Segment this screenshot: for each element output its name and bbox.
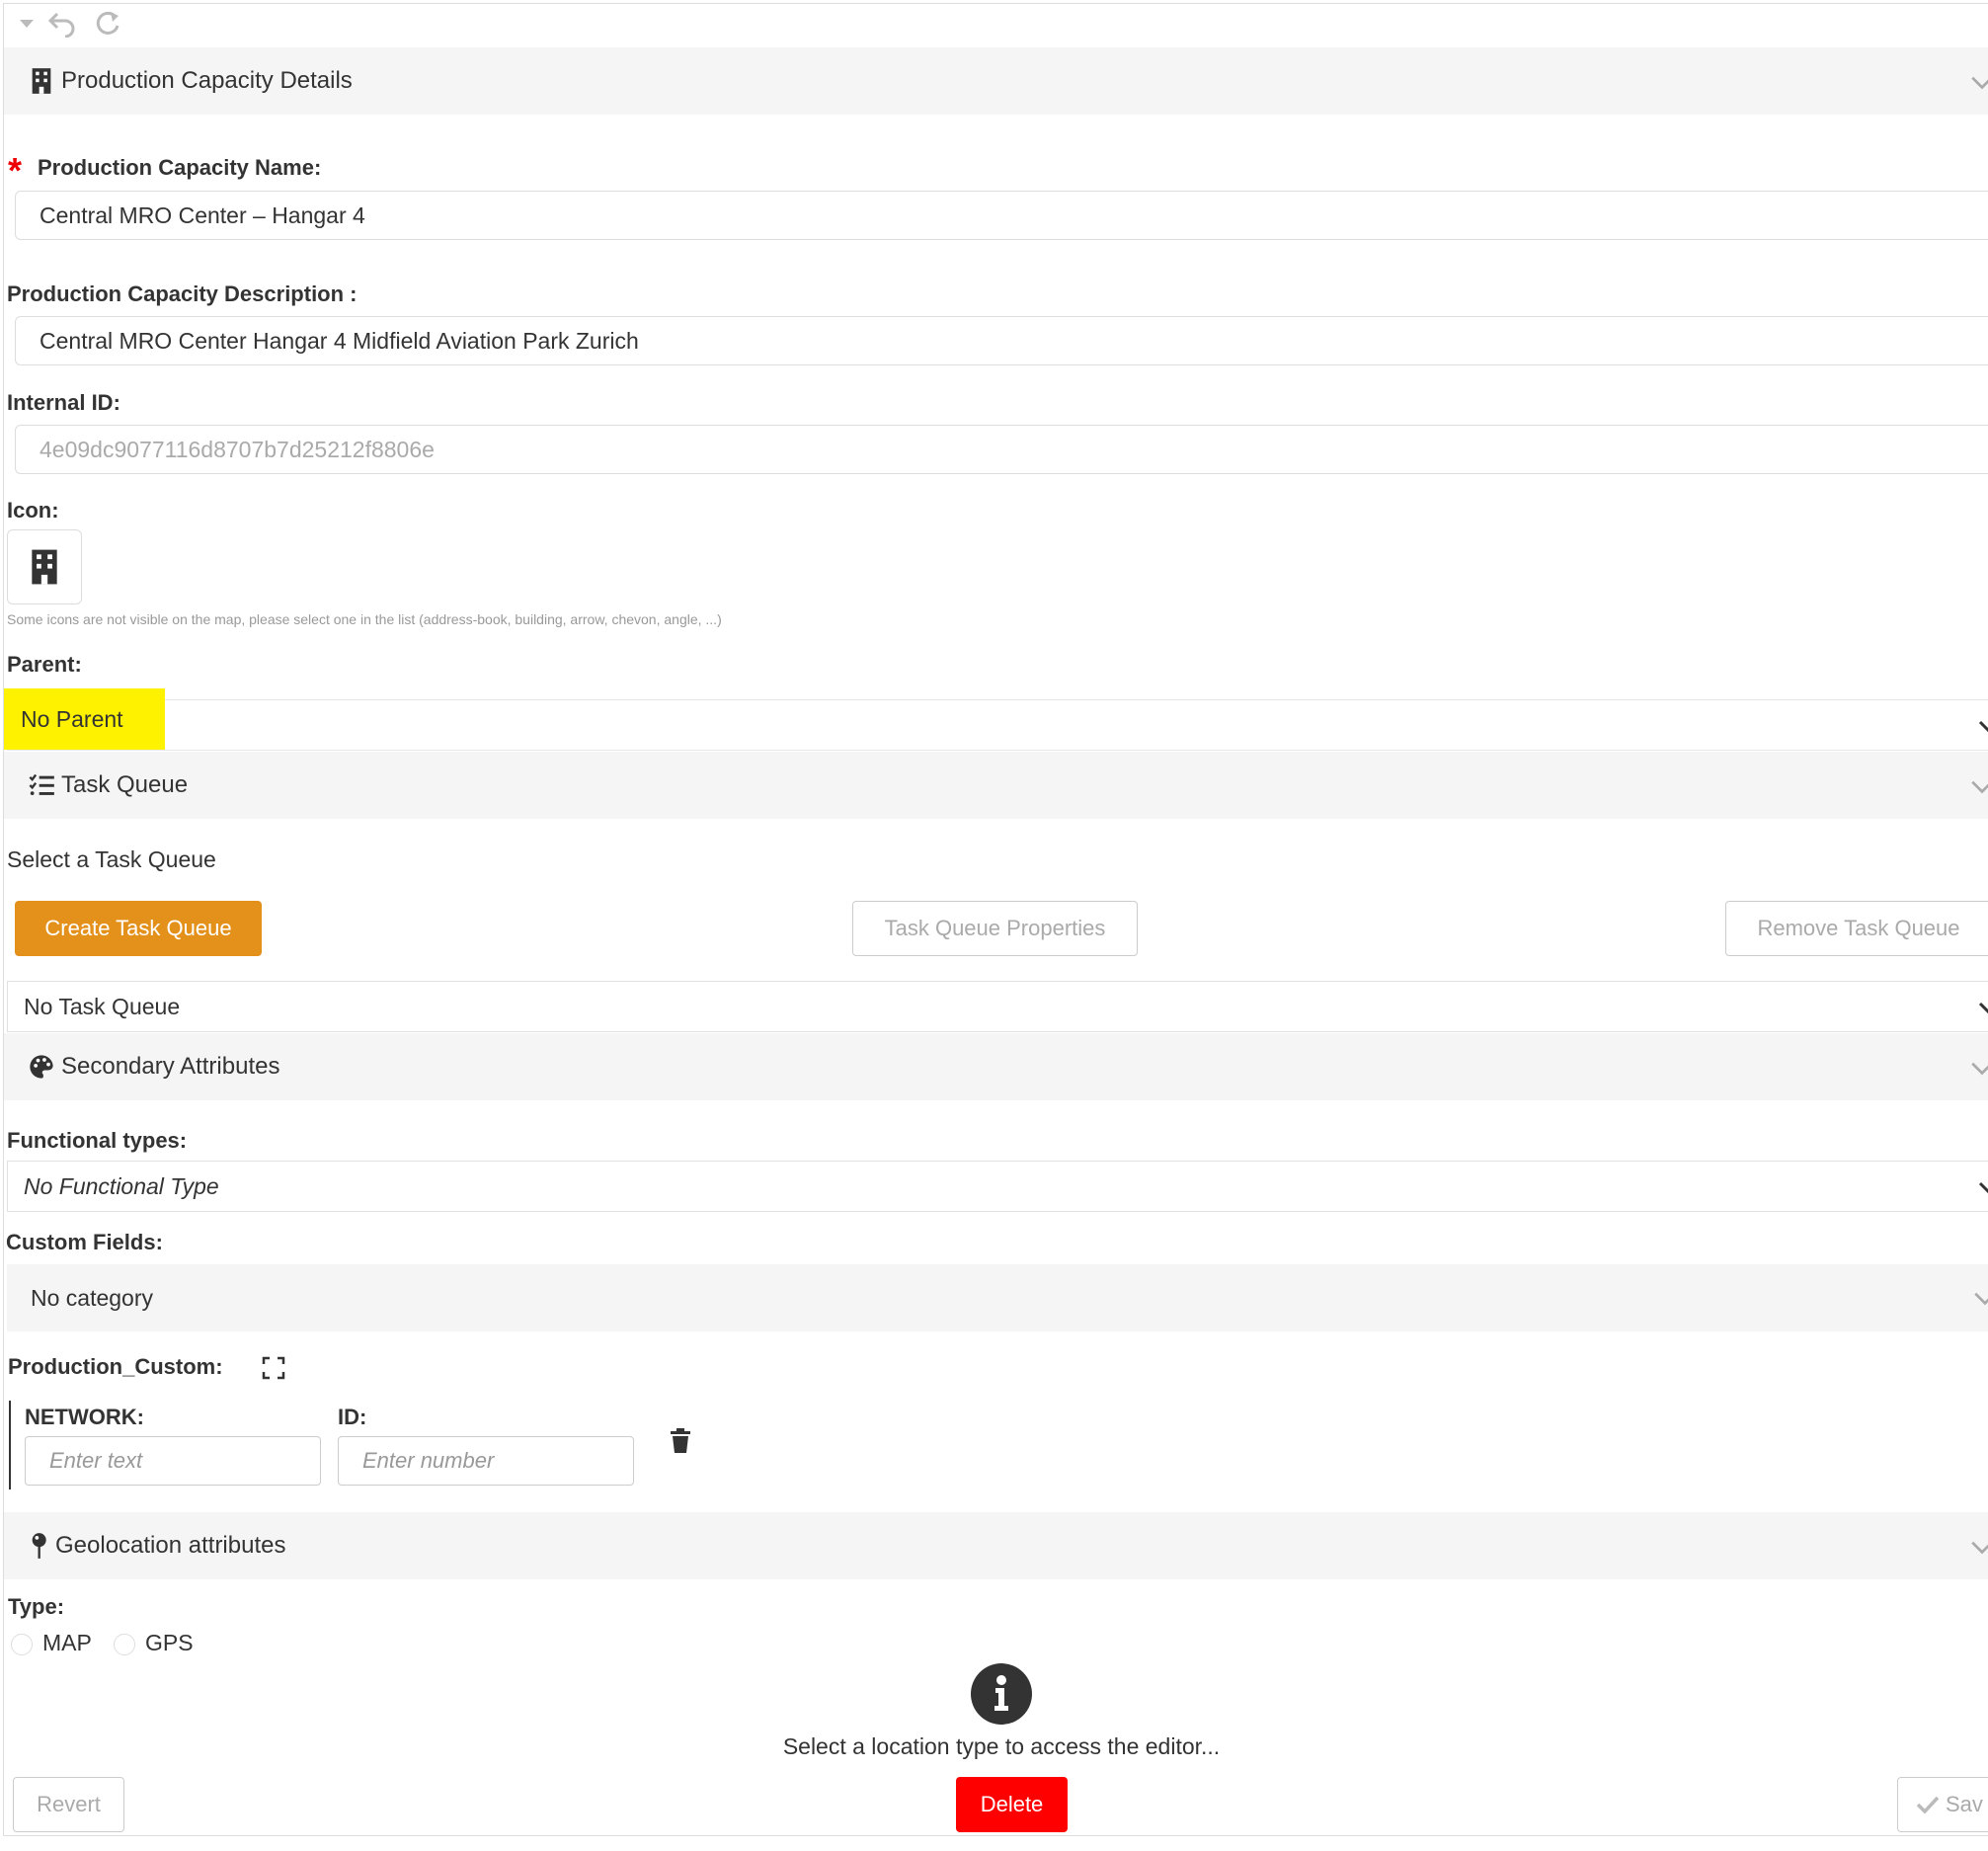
functional-types-select[interactable]: No Functional Type [7, 1161, 1988, 1212]
palette-icon [30, 1055, 53, 1079]
description-label: Production Capacity Description : [7, 282, 358, 306]
section-details-title: Production Capacity Details [61, 67, 353, 94]
functional-types-value: No Functional Type [24, 1172, 219, 1199]
icon-hint: Some icons are not visible on the map, p… [7, 611, 722, 627]
custom-fields-category[interactable]: No category [7, 1264, 1988, 1331]
revert-button[interactable]: Revert [13, 1777, 124, 1832]
parent-select[interactable] [7, 699, 1988, 751]
info-icon [971, 1663, 1032, 1725]
section-geolocation-title: Geolocation attributes [55, 1532, 286, 1559]
radio-gps[interactable] [114, 1634, 135, 1655]
create-task-queue-button[interactable]: Create Task Queue [15, 901, 262, 956]
chevron-down-icon[interactable] [1969, 1055, 1988, 1081]
chevron-down-icon [1978, 720, 1988, 733]
task-queue-properties-button[interactable]: Task Queue Properties [852, 901, 1138, 956]
radio-gps-label: GPS [145, 1630, 194, 1655]
custom-fields-category-label: No category [31, 1284, 154, 1311]
section-details-header[interactable]: Production Capacity Details [4, 47, 1988, 115]
id-input[interactable]: Enter number [338, 1436, 634, 1486]
task-queue-prompt: Select a Task Queue [7, 846, 216, 872]
remove-task-queue-button[interactable]: Remove Task Queue [1725, 901, 1988, 956]
production-custom-label: Production_Custom: [8, 1354, 223, 1379]
network-label: NETWORK: [25, 1405, 144, 1429]
chevron-down-icon [1974, 1292, 1988, 1306]
chevron-down-icon [1978, 1181, 1988, 1194]
editor-panel: Production Capacity Details * Production… [3, 3, 1988, 1836]
expand-icon[interactable] [262, 1356, 285, 1380]
parent-label: Parent: [7, 652, 82, 677]
name-input[interactable]: Central MRO Center – Hangar 4 [15, 191, 1988, 240]
section-secondary-header[interactable]: Secondary Attributes [4, 1033, 1988, 1100]
id-label: ID: [338, 1405, 367, 1429]
caret-down-icon[interactable] [18, 18, 36, 30]
chevron-down-icon[interactable] [1969, 1534, 1988, 1560]
task-list-icon [29, 773, 54, 796]
section-secondary-title: Secondary Attributes [61, 1053, 280, 1080]
name-label: Production Capacity Name: [38, 155, 322, 180]
building-icon [32, 549, 57, 585]
building-icon [32, 68, 51, 94]
save-button-label: Sav [1946, 1792, 1983, 1816]
geolocation-info-message: Select a location type to access the edi… [782, 1733, 1221, 1759]
redo-icon[interactable] [93, 10, 122, 38]
trash-icon[interactable] [670, 1428, 691, 1454]
task-queue-select[interactable]: No Task Queue [7, 981, 1988, 1032]
task-queue-select-value: No Task Queue [24, 993, 181, 1019]
icon-picker-button[interactable] [7, 529, 82, 604]
section-task-queue-header[interactable]: Task Queue [4, 752, 1988, 819]
network-input[interactable]: Enter text [25, 1436, 321, 1486]
delete-button[interactable]: Delete [956, 1777, 1068, 1832]
radio-map-label: MAP [42, 1630, 92, 1655]
description-input[interactable]: Central MRO Center Hangar 4 Midfield Avi… [15, 316, 1988, 365]
chevron-down-icon [1978, 1002, 1988, 1014]
internal-id-input: 4e09dc9077116d8707b7d25212f8806e [15, 425, 1988, 474]
section-geolocation-header[interactable]: Geolocation attributes [4, 1512, 1988, 1579]
save-button[interactable]: Sav [1897, 1777, 1988, 1832]
functional-types-label: Functional types: [7, 1128, 188, 1153]
icon-label: Icon: [7, 498, 59, 523]
chevron-down-icon[interactable] [1969, 69, 1988, 95]
undo-icon[interactable] [47, 10, 77, 38]
internal-id-label: Internal ID: [7, 390, 120, 415]
map-pin-icon [32, 1533, 46, 1559]
chevron-down-icon[interactable] [1969, 773, 1988, 799]
section-task-queue-title: Task Queue [61, 771, 189, 798]
custom-fields-label: Custom Fields: [6, 1230, 163, 1254]
custom-group-divider [9, 1401, 11, 1489]
check-icon [1916, 1796, 1940, 1814]
parent-value-highlight[interactable]: No Parent [4, 688, 165, 750]
required-asterisk: * [8, 150, 23, 191]
type-label: Type: [8, 1594, 65, 1619]
radio-map[interactable] [11, 1634, 33, 1655]
